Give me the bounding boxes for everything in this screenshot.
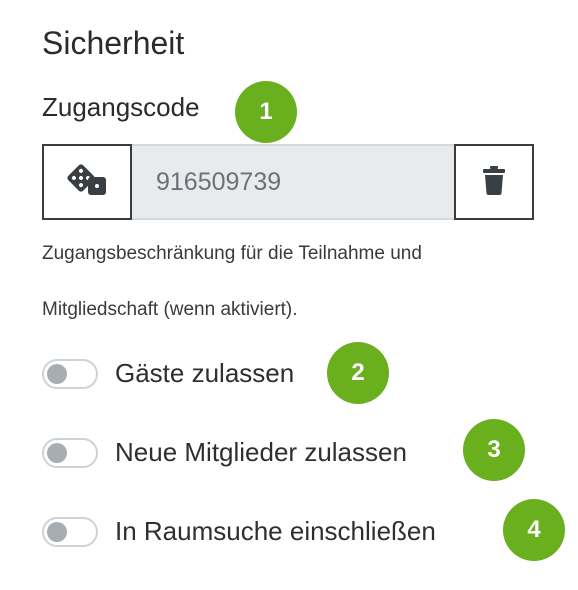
toggle-row-room-search: In Raumsuche einschließen [42,516,436,547]
new-members-toggle[interactable] [42,437,98,468]
access-code-field[interactable]: 916509739 [132,144,454,220]
delete-code-button[interactable] [454,144,534,220]
step-badge-3: 3 [463,419,525,481]
dice-icon [66,163,108,202]
toggle-row-new-members: Neue Mitglieder zulassen [42,437,407,468]
room-search-toggle-label: In Raumsuche einschließen [115,516,436,546]
room-search-toggle[interactable] [42,516,98,547]
access-code-help-text: Zugangsbeschränkung für die Teilnahme un… [42,226,542,338]
access-code-label: Zugangscode [42,92,200,122]
access-code-row: 916509739 [42,144,534,220]
step-badge-1: 1 [235,81,297,143]
step-badge-2: 2 [327,342,389,404]
toggle-knob [47,521,67,542]
generate-code-button[interactable] [42,144,132,220]
section-title: Sicherheit [42,25,185,61]
toggle-knob [47,442,67,463]
help-text-line: Mitgliedschaft (wenn aktiviert). [42,299,298,320]
guests-toggle[interactable] [42,358,98,389]
toggle-row-guests: Gäste zulassen [42,358,294,389]
help-text-line: Zugangsbeschränkung für die Teilnahme un… [42,243,422,264]
guests-toggle-label: Gäste zulassen [115,358,295,388]
trash-icon [481,165,507,200]
new-members-toggle-label: Neue Mitglieder zulassen [115,437,407,467]
toggle-knob [47,363,67,384]
step-badge-4: 4 [503,499,565,561]
